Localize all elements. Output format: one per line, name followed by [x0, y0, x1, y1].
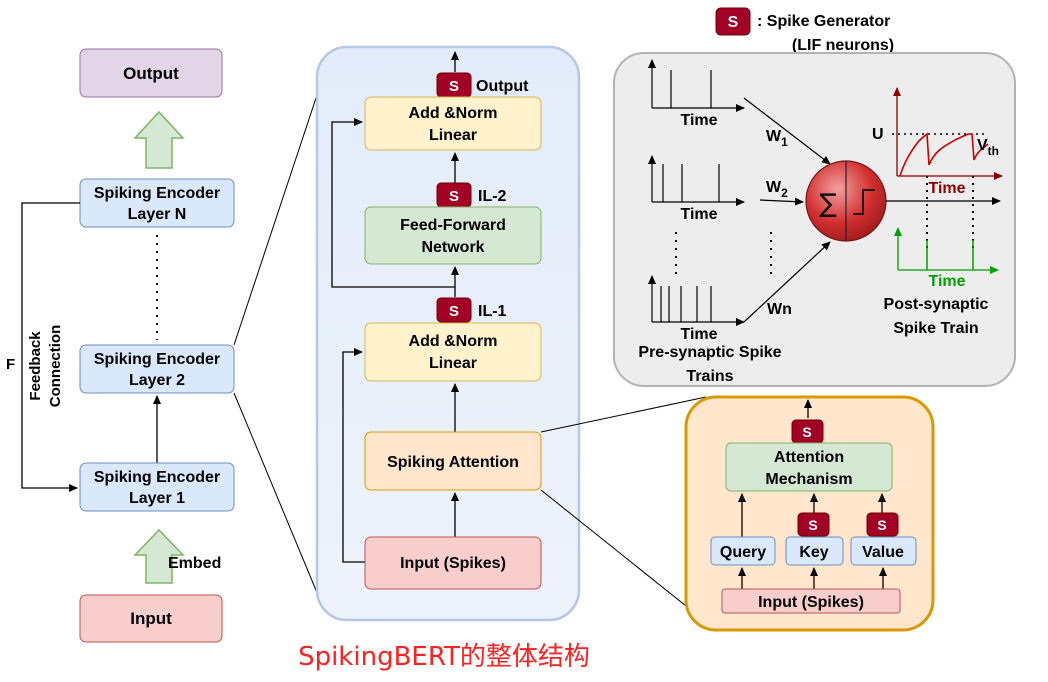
attention-mech-line2: Mechanism [765, 471, 852, 488]
legend-s-symbol: S [728, 14, 739, 31]
spike-s-il2: S [449, 188, 459, 205]
addnorm-bottom-line2: Linear [429, 355, 477, 372]
spiking-attention-label: Spiking Attention [387, 454, 519, 471]
middle-output-label: Output [476, 78, 529, 95]
addnorm-bottom-line1: Add &Norm [409, 333, 498, 350]
attention-detail-panel: S Attention Mechanism S S Query Key Valu… [684, 395, 935, 632]
spike-s-il1: S [449, 303, 459, 320]
feedback-label-2: Connection [47, 325, 64, 408]
legend-subtext: (LIF neurons) [792, 37, 894, 54]
layer-2-line2: Layer 2 [129, 372, 185, 389]
embed-label: Embed [168, 555, 221, 572]
output-label: Output [123, 64, 179, 83]
figure-caption: SpikingBERT的整体结构 [298, 642, 590, 672]
attention-mech-line1: Attention [774, 449, 844, 466]
ffn-line1: Feed-Forward [400, 217, 506, 234]
query-label: Query [720, 544, 766, 561]
spike-s-key: S [808, 517, 817, 533]
encoder-layer-detail: S Output Add &Norm Linear S IL-2 Feed-Fo… [315, 45, 581, 622]
spike-s-output: S [449, 78, 459, 95]
post-synaptic-line2: Spike Train [893, 320, 978, 337]
feedback-f-label: F [6, 356, 15, 373]
pre-synaptic-line2: Trains [686, 368, 733, 385]
attention-input-label: Input (Spikes) [758, 594, 864, 611]
encoder-stack: Output Spiking Encoder Layer N Spiking E… [6, 48, 235, 643]
pre-synaptic-line1: Pre-synaptic Spike [638, 344, 781, 361]
lif-neuron-panel: Time Time Time Pre-synaptic Spike Trains [613, 52, 1016, 387]
layer-1-line1: Spiking Encoder [94, 469, 220, 486]
zoom-line-bottom [233, 392, 319, 596]
legend-text: : Spike Generator [757, 13, 890, 30]
up-arrow-icon [133, 110, 185, 169]
u-label: U [872, 126, 884, 143]
feedback-label-1: Feedback [27, 331, 44, 401]
time-label-n: Time [680, 326, 717, 343]
weight-wn: Wn [767, 301, 792, 318]
zoom-line-top [233, 91, 319, 346]
time-label-red: Time [928, 180, 965, 197]
legend: S : Spike Generator (LIF neurons) [715, 7, 894, 54]
layer-1-line2: Layer 1 [129, 490, 185, 507]
spike-s-value: S [877, 517, 886, 533]
time-label-green: Time [928, 273, 965, 290]
key-label: Key [799, 544, 828, 561]
middle-input-label: Input (Spikes) [400, 555, 506, 572]
ffn-line2: Network [421, 239, 484, 256]
value-label: Value [862, 544, 904, 561]
layer-2-line1: Spiking Encoder [94, 351, 220, 368]
il1-label: IL-1 [478, 303, 507, 320]
post-synaptic-line1: Post-synaptic [884, 296, 989, 313]
spike-s-attention: S [802, 424, 811, 440]
layer-n-line1: Spiking Encoder [94, 185, 220, 202]
addnorm-bottom-box [364, 322, 542, 382]
sum-icon: ∑ [819, 189, 837, 219]
spikingbert-diagram: S : Spike Generator (LIF neurons) Output… [6, 7, 1016, 672]
time-label-1: Time [680, 112, 717, 129]
time-label-2: Time [680, 206, 717, 223]
addnorm-top-line1: Add &Norm [409, 105, 498, 122]
il2-label: IL-2 [478, 188, 507, 205]
input-label: Input [130, 609, 172, 628]
layer-n-line2: Layer N [128, 206, 187, 223]
addnorm-top-line2: Linear [429, 127, 477, 144]
